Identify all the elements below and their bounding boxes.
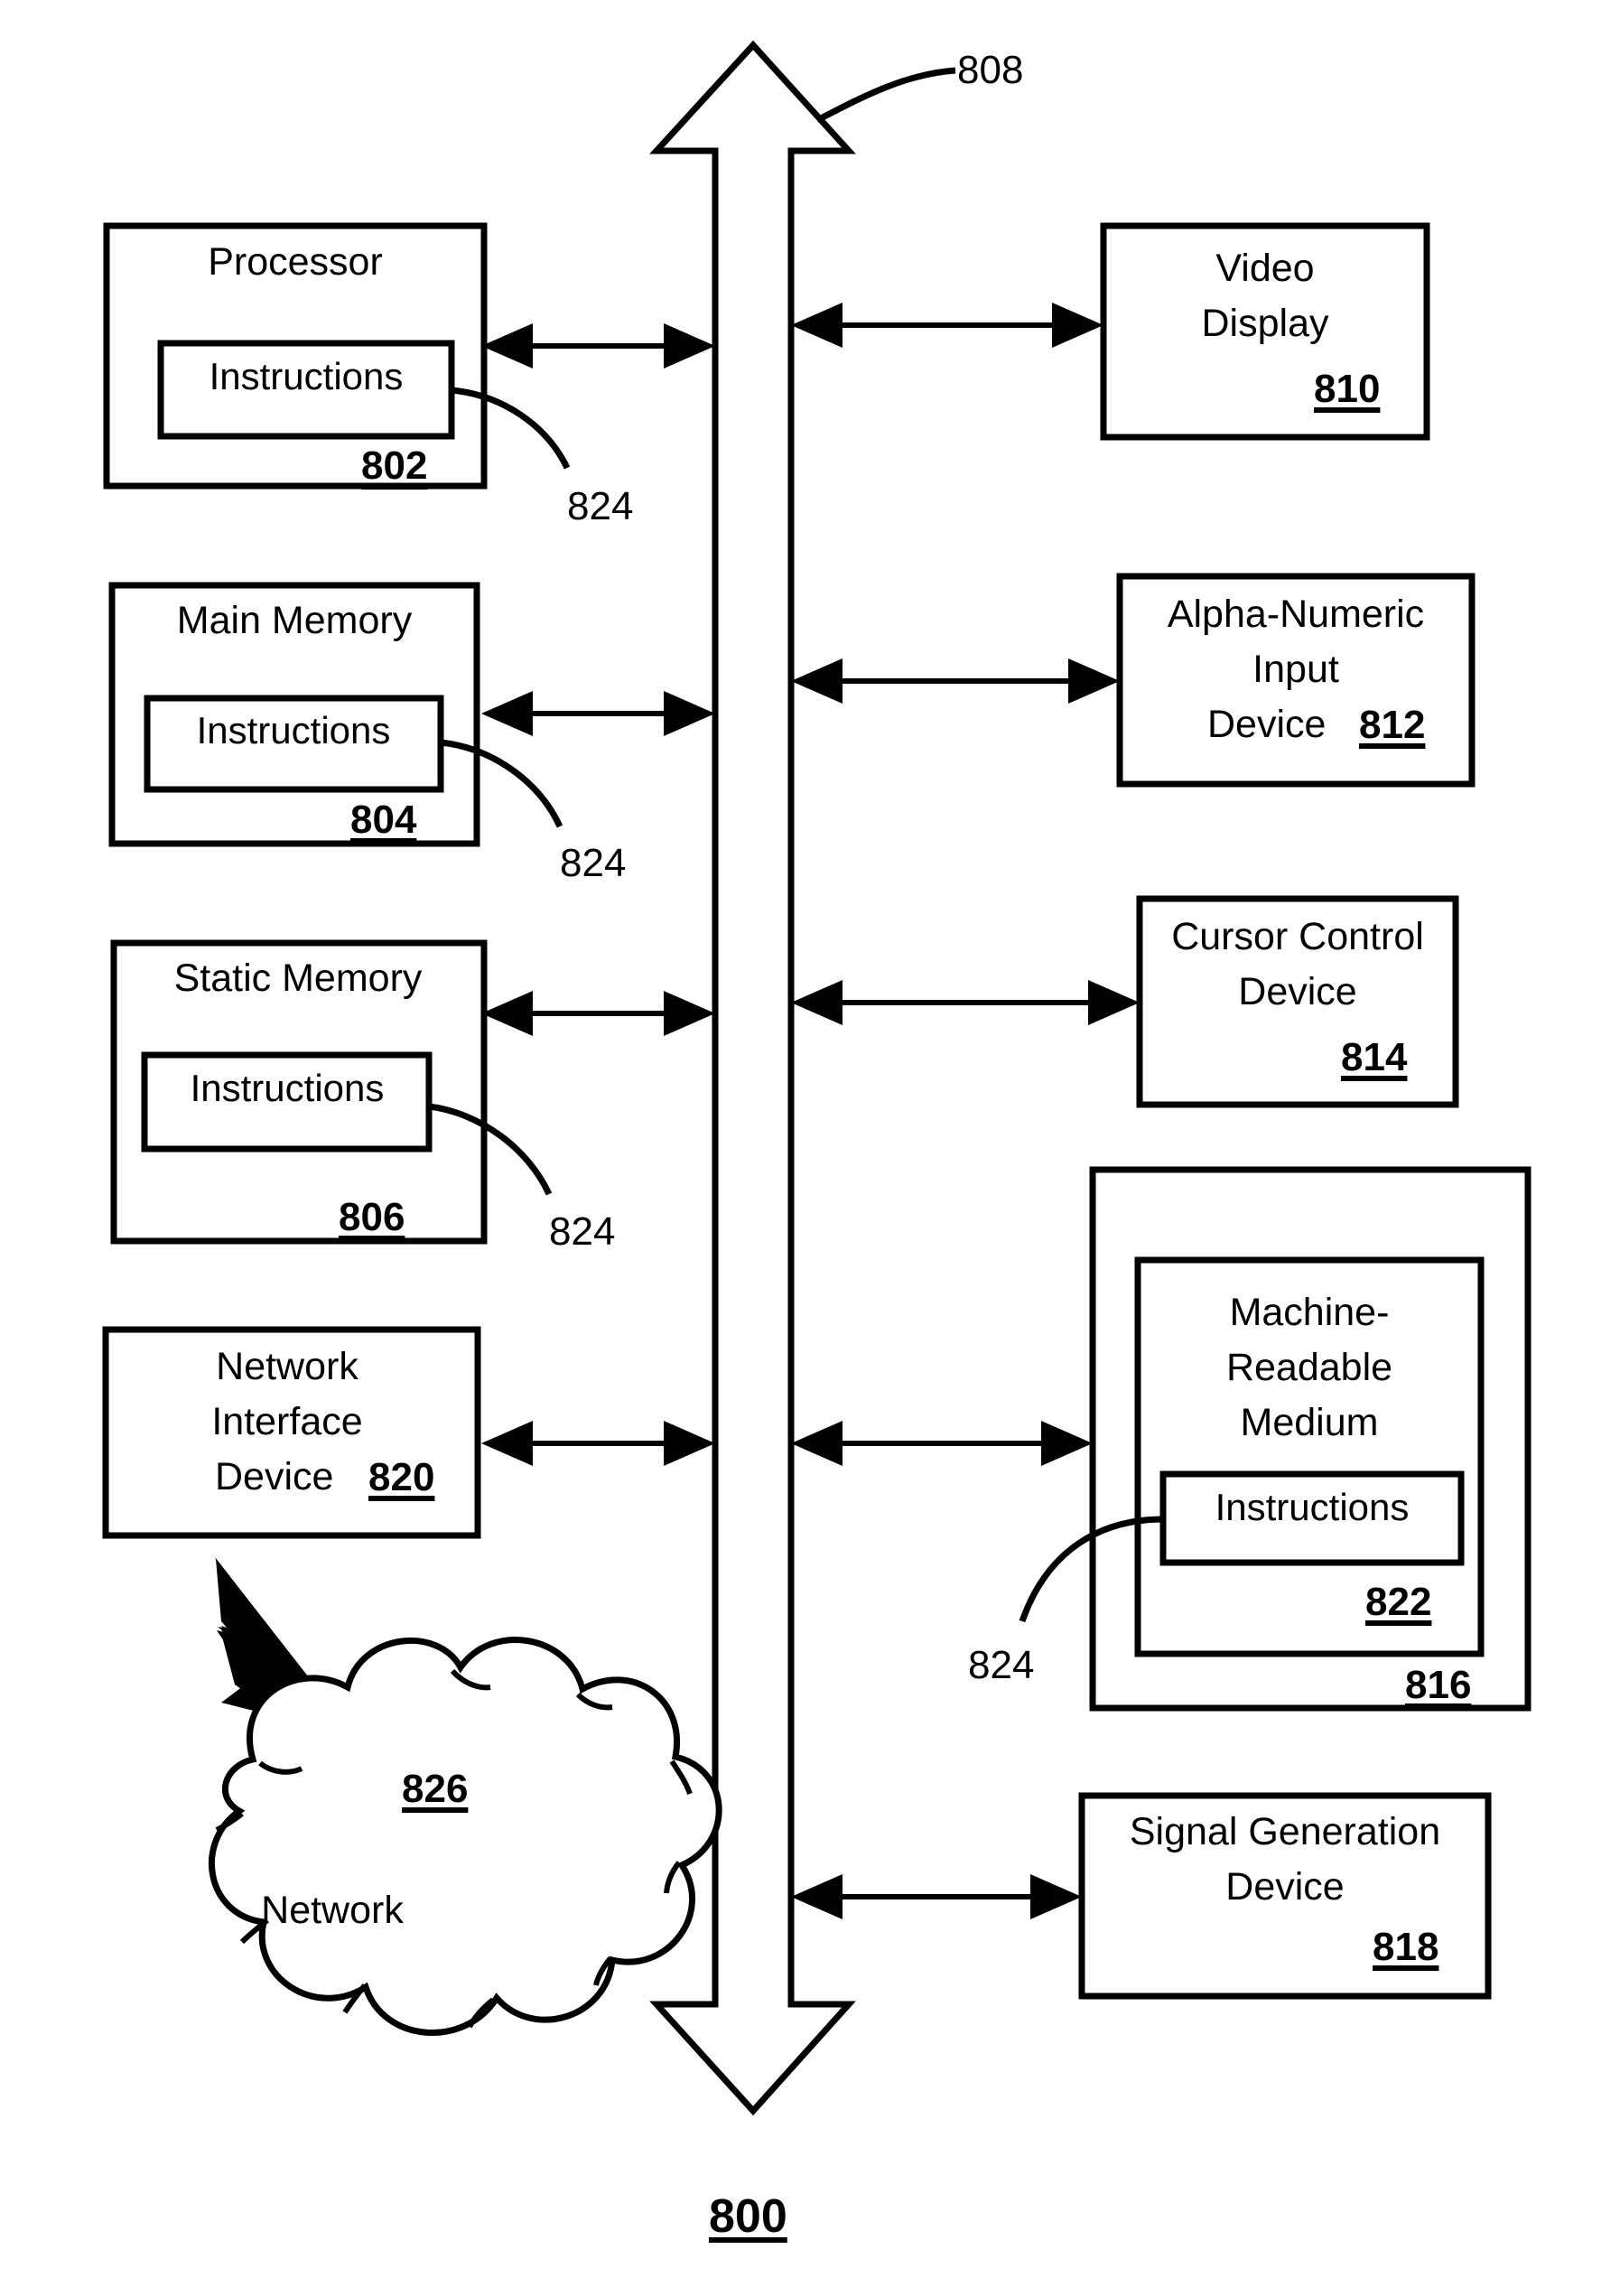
video-display-title-line2: Display: [1201, 302, 1329, 345]
network-interface-device-reference-label: 820: [368, 1455, 435, 1499]
signal-generation-device-title-line1: Signal Generation: [1129, 1810, 1441, 1853]
processor-instructions-label: Instructions: [209, 355, 404, 397]
machine-readable-medium-instructions-label: Instructions: [1215, 1486, 1410, 1528]
alpha-numeric-input-device-title-line1: Alpha-Numeric: [1167, 593, 1425, 636]
machine-readable-medium-leader-label-824: 824: [968, 1643, 1035, 1687]
main-memory-instructions-label: Instructions: [196, 709, 391, 751]
machine-readable-medium-title-line3: Medium: [1240, 1401, 1379, 1444]
alpha-numeric-input-device-title-line3: Device: [1207, 703, 1327, 746]
network-cloud-label: Network: [261, 1889, 404, 1932]
signal-generation-device-title-line2: Device: [1225, 1865, 1345, 1909]
bus-arrow-alpha-numeric-input-device: [791, 658, 1120, 704]
machine-readable-medium-title-line1: Machine-: [1229, 1291, 1390, 1334]
alpha-numeric-input-device-reference-label: 812: [1359, 703, 1426, 747]
main-memory-leader-label-824: 824: [560, 841, 627, 885]
video-display-title-line1: Video: [1215, 247, 1315, 290]
cursor-control-device-title-line1: Cursor Control: [1171, 915, 1424, 958]
bus-reference-label: 808: [957, 48, 1024, 92]
processor-leader-label-824: 824: [567, 484, 634, 528]
bus-leader-line: [815, 67, 956, 124]
bus-arrow-cursor-control-device: [791, 980, 1140, 1025]
bus-arrow-machine-readable-medium: [791, 1421, 1093, 1466]
processor-reference-label: 802: [361, 443, 428, 488]
main-memory-title: Main Memory: [176, 599, 413, 642]
network-cloud-reference-label: 826: [402, 1767, 469, 1811]
bus-arrow-main-memory: [481, 691, 715, 736]
patent-figure-800: 808 Processor Instructions 802 824 Main …: [0, 0, 1620, 2296]
alpha-numeric-input-device-title-line2: Input: [1252, 648, 1339, 691]
machine-readable-medium-inner-reference-label: 822: [1365, 1580, 1432, 1624]
static-memory-instructions-label: Instructions: [190, 1067, 385, 1109]
main-memory-reference-label: 804: [350, 798, 417, 842]
static-memory-leader-label-824: 824: [549, 1209, 616, 1254]
processor-title: Processor: [208, 240, 383, 284]
network-interface-device-title-line2: Interface: [211, 1400, 363, 1443]
video-display-reference-label: 810: [1314, 367, 1381, 411]
cursor-control-device-title-line2: Device: [1238, 970, 1357, 1013]
bus-arrow-video-display: [791, 303, 1103, 348]
bus-arrow-processor: [481, 323, 715, 369]
static-memory-reference-label: 806: [339, 1195, 405, 1239]
network-interface-device-title-line1: Network: [216, 1345, 358, 1388]
bus-arrow-signal-generation-device: [791, 1874, 1082, 1919]
network-cloud-shape: [208, 1637, 722, 2036]
static-memory-title: Static Memory: [173, 957, 423, 1000]
machine-readable-medium-title-line2: Readable: [1225, 1346, 1393, 1389]
machine-readable-medium-outer-reference-label: 816: [1405, 1663, 1472, 1707]
network-interface-device-title-line3: Device: [215, 1455, 334, 1498]
cursor-control-device-reference-label: 814: [1341, 1035, 1408, 1079]
bus-arrow-static-memory: [481, 991, 715, 1036]
figure-number-label: 800: [709, 2190, 787, 2243]
signal-generation-device-reference-label: 818: [1373, 1925, 1439, 1969]
bus-arrow-network-interface-device: [481, 1421, 715, 1466]
